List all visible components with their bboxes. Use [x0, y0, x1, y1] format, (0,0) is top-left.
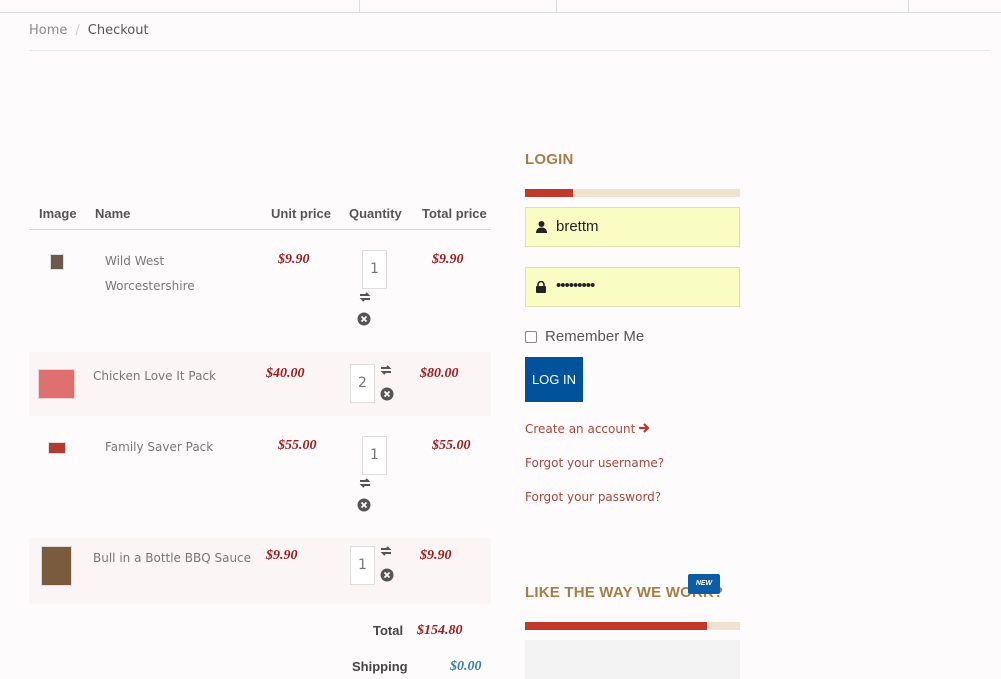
update-icon[interactable]: [379, 363, 393, 377]
unit-price: $55.00: [278, 438, 317, 453]
header-total-price: Total price: [422, 206, 487, 221]
total-price: $9.90: [432, 252, 464, 267]
quantity-input[interactable]: 1: [362, 250, 387, 289]
total-price: $9.90: [420, 548, 452, 563]
create-account-label: Create an account: [525, 422, 636, 436]
quantity-input[interactable]: 1: [362, 436, 387, 475]
remember-me[interactable]: Remember Me: [525, 328, 644, 345]
remove-icon[interactable]: [357, 312, 371, 326]
promo-image[interactable]: [525, 640, 740, 679]
remember-me-checkbox[interactable]: [525, 330, 537, 343]
product-name-line: Wild West: [105, 254, 165, 268]
remember-me-label: Remember Me: [545, 328, 645, 345]
header-image: Image: [39, 206, 77, 221]
promo-title-underline: [525, 622, 740, 630]
breadcrumb-divider: /: [75, 23, 80, 38]
shipping-value: $0.00: [450, 659, 482, 674]
quantity-input[interactable]: 1: [350, 546, 375, 585]
login-title: LOGIN: [525, 151, 574, 168]
quantity-input[interactable]: 2: [350, 364, 375, 403]
product-thumbnail[interactable]: [48, 442, 66, 454]
create-account-link[interactable]: Create an account: [525, 422, 650, 436]
nav-divider: [359, 0, 360, 12]
promo-underline-accent: [525, 622, 707, 630]
product-name-line: Worcestershire: [105, 279, 195, 293]
product-name[interactable]: Family Saver Pack: [105, 435, 213, 460]
nav-divider: [556, 0, 557, 12]
shipping-label: Shipping: [352, 659, 408, 674]
password-value: •••••••••: [556, 277, 595, 294]
product-name[interactable]: Bull in a Bottle BBQ Sauce: [93, 546, 251, 571]
unit-price: $9.90: [266, 548, 298, 563]
password-field[interactable]: •••••••••: [525, 267, 740, 307]
cart-row: Family Saver Pack $55.00 1 $55.00: [29, 416, 491, 538]
unit-price: $9.90: [278, 252, 310, 267]
breadcrumb-home-link[interactable]: Home: [29, 23, 67, 38]
cart-row: Chicken Love It Pack $40.00 2 $80.00: [29, 352, 491, 416]
cart-table: Image Name Unit price Quantity Total pri…: [29, 200, 491, 604]
unit-price: $40.00: [266, 366, 305, 381]
total-label: Total: [373, 623, 404, 638]
product-name[interactable]: Wild West Worcestershire: [105, 249, 195, 299]
arrow-right-icon: [639, 423, 650, 433]
remove-icon[interactable]: [357, 498, 371, 512]
product-thumbnail[interactable]: [50, 254, 64, 270]
title-underline-accent: [525, 189, 573, 197]
total-value: $154.80: [417, 623, 463, 638]
cart-header-row: Image Name Unit price Quantity Total pri…: [29, 200, 491, 230]
remove-icon[interactable]: [380, 387, 394, 401]
username-field[interactable]: brettm: [525, 207, 740, 247]
header-name: Name: [95, 206, 131, 221]
new-badge: NEW: [688, 574, 720, 594]
total-price: $80.00: [420, 366, 459, 381]
product-name[interactable]: Chicken Love It Pack: [93, 364, 216, 389]
nav-divider: [908, 0, 909, 12]
header-unit-price: Unit price: [271, 206, 331, 221]
cart-row: Wild West Worcestershire $9.90 1 $9.90: [29, 230, 491, 352]
cart-row: Bull in a Bottle BBQ Sauce $9.90 1 $9.90: [29, 538, 491, 604]
update-icon[interactable]: [358, 290, 372, 304]
login-button[interactable]: LOG IN: [525, 357, 583, 402]
forgot-password-link[interactable]: Forgot your password?: [525, 490, 661, 504]
breadcrumb-current: Checkout: [87, 23, 149, 38]
forgot-username-link[interactable]: Forgot your username?: [525, 456, 664, 470]
header-quantity: Quantity: [349, 206, 402, 221]
product-thumbnail[interactable]: [41, 546, 72, 586]
title-underline: [525, 189, 740, 197]
breadcrumb: Home / Checkout: [29, 23, 149, 38]
user-icon: [536, 221, 547, 233]
remove-icon[interactable]: [380, 568, 394, 582]
update-icon[interactable]: [379, 544, 393, 558]
breadcrumb-divider-line: [29, 50, 989, 51]
total-price: $55.00: [432, 438, 471, 453]
lock-icon: [536, 281, 546, 293]
update-icon[interactable]: [358, 476, 372, 490]
product-thumbnail[interactable]: [38, 369, 75, 399]
username-value: brettm: [556, 218, 599, 235]
top-nav-bar: [0, 0, 1001, 13]
